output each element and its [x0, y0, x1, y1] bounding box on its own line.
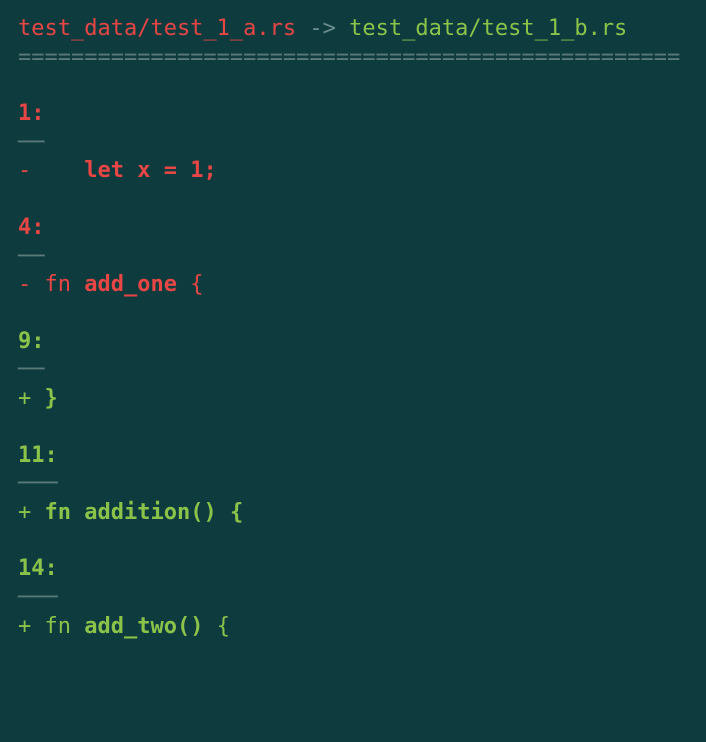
diff-line-added: + fn add_two() {	[18, 613, 688, 642]
hunk-lineno: 11:	[18, 442, 688, 471]
diff-keyword: let	[84, 158, 124, 183]
diff-keyword: add_two()	[84, 614, 203, 639]
diff-sign: +	[18, 614, 31, 639]
diff-hunk: 4: ── - fn add_one {	[18, 214, 688, 300]
hunk-underline: ───	[18, 470, 688, 499]
hunk-lineno: 14:	[18, 555, 688, 584]
diff-line-removed: - let x = 1;	[18, 157, 688, 186]
hunk-lineno: 4:	[18, 214, 688, 243]
hunk-underline: ──	[18, 356, 688, 385]
diff-sign: -	[18, 272, 31, 297]
diff-hunk: 14: ─── + fn add_two() {	[18, 555, 688, 641]
diff-hunk: 9: ── + }	[18, 328, 688, 414]
diff-sign: +	[18, 500, 31, 525]
file-path-line: test_data/test_1_a.rs -> test_data/test_…	[18, 15, 688, 44]
diff-line-removed: - fn add_one {	[18, 271, 688, 300]
diff-sign: -	[18, 158, 31, 183]
file-from: test_data/test_1_a.rs	[18, 16, 296, 41]
diff-keyword: fn	[45, 500, 72, 525]
diff-sign: +	[18, 386, 31, 411]
diff-header: test_data/test_1_a.rs -> test_data/test_…	[18, 15, 688, 72]
hunk-underline: ──	[18, 129, 688, 158]
diff-hunk: 11: ─── + fn addition() {	[18, 442, 688, 528]
hunk-underline: ──	[18, 243, 688, 272]
arrow-icon: ->	[309, 16, 336, 41]
hunk-underline: ───	[18, 584, 688, 613]
diff-line-added: + fn addition() {	[18, 499, 688, 528]
diff-keyword: add_one	[84, 272, 177, 297]
diff-line-added: + }	[18, 385, 688, 414]
diff-keyword: }	[45, 386, 58, 411]
diff-hunk: 1: ── - let x = 1;	[18, 100, 688, 186]
hunk-lineno: 1:	[18, 100, 688, 129]
header-divider: ========================================…	[18, 44, 688, 73]
file-to: test_data/test_1_b.rs	[349, 16, 627, 41]
hunk-lineno: 9:	[18, 328, 688, 357]
